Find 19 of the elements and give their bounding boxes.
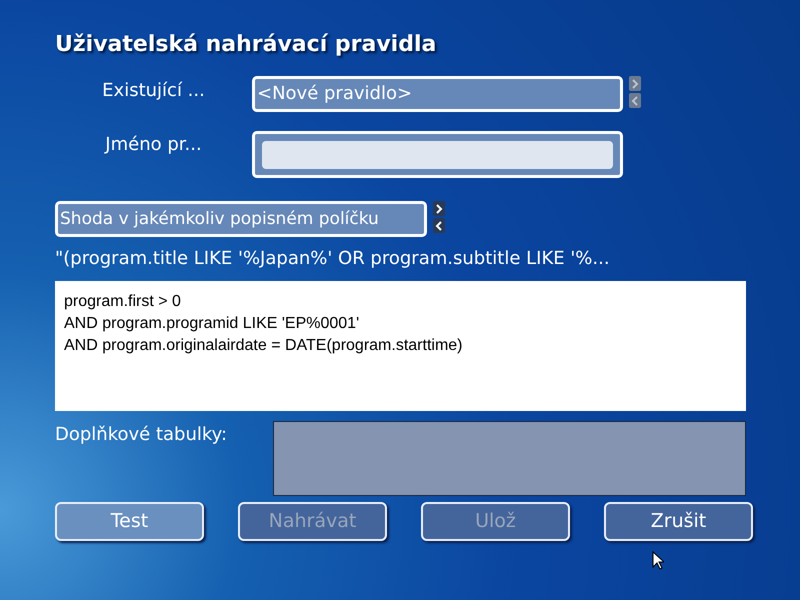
next-arrow-icon[interactable] xyxy=(433,201,445,216)
action-button[interactable]: Test xyxy=(55,502,204,541)
page-title: Uživatelská nahrávací pravidla xyxy=(55,31,438,59)
code-line: AND program.originalairdate = DATE(program.starttime) xyxy=(64,336,462,356)
field-label: Doplňkové tabulky: xyxy=(55,423,228,447)
additional-tables-field[interactable] xyxy=(273,421,746,496)
query-preview-text: "(program.title LIKE '%Japan%' OR program.subtitle LIKE '%... xyxy=(55,247,611,271)
previous-arrow-icon[interactable] xyxy=(433,218,445,233)
sql-editor[interactable]: program.first > 0 AND program.programid LIKE 'EP%0001' AND program.originalairdate = DATE(program.starttime) xyxy=(55,281,746,411)
name-input-field[interactable] xyxy=(252,131,623,178)
code-line: AND program.programid LIKE 'EP%0001' xyxy=(64,314,360,334)
mouse-pointer-icon xyxy=(652,551,664,570)
action-button[interactable]: Zrušit xyxy=(604,502,753,541)
rule-selector[interactable]: <Nové pravidlo> xyxy=(252,76,623,112)
text-input[interactable] xyxy=(262,140,613,168)
field-label: Jméno pr... xyxy=(103,133,203,157)
code-line: program.first > 0 xyxy=(64,292,181,312)
match-selector[interactable]: Shoda v jakémkoliv popisném políčku xyxy=(55,201,427,237)
field-label: Existující ... xyxy=(101,79,206,103)
